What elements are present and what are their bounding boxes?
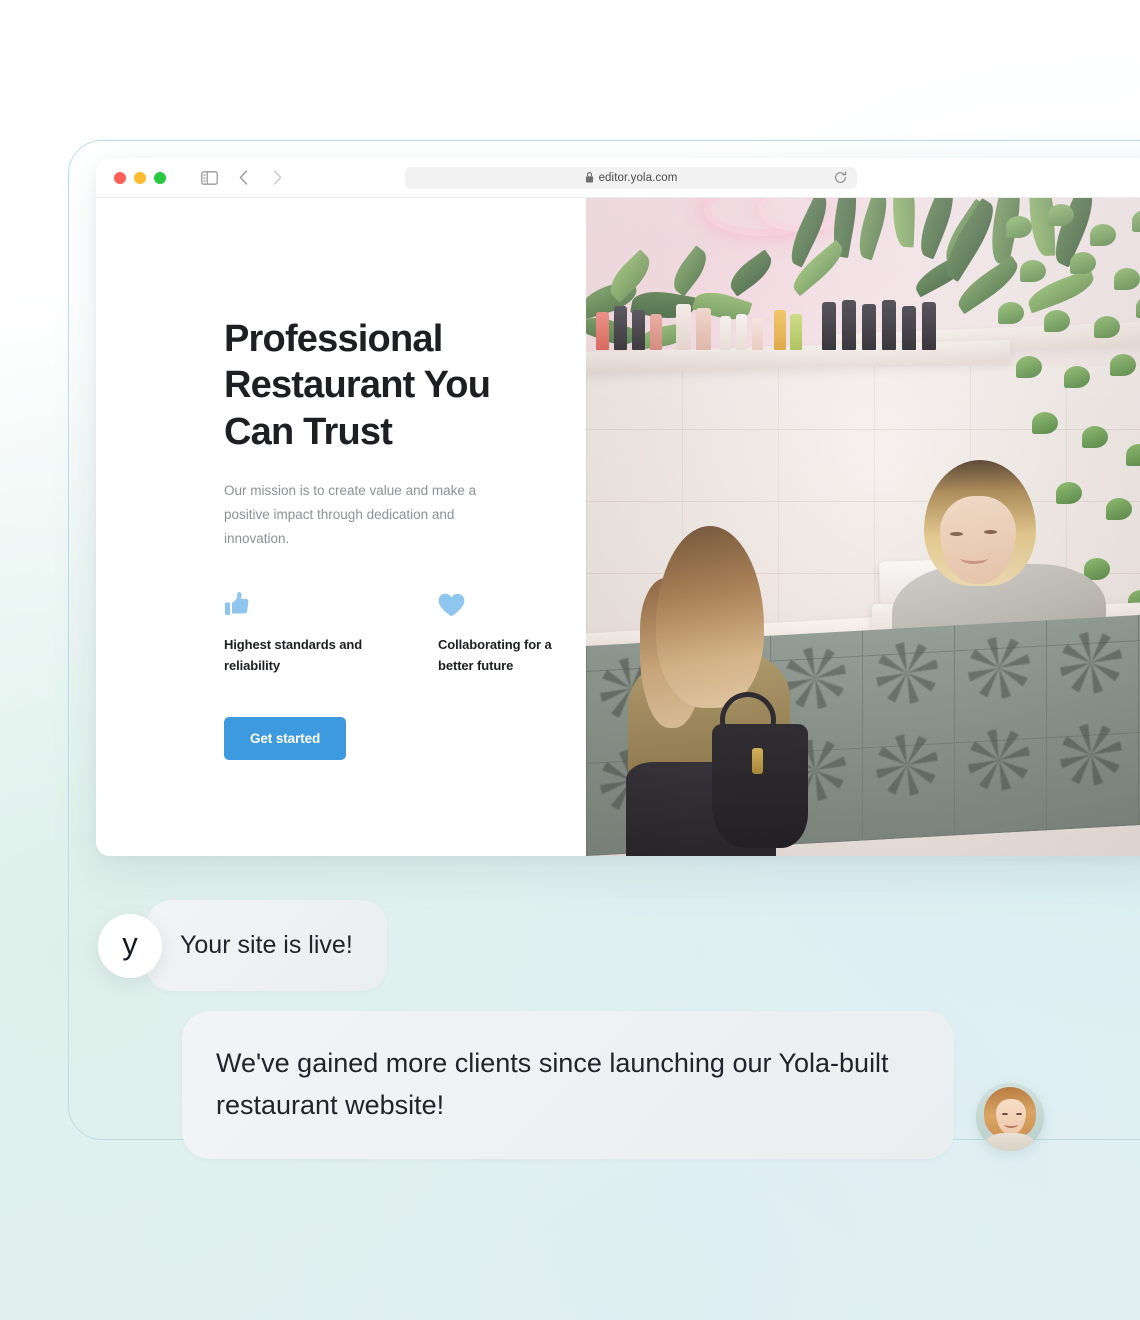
feature-label: Highest standards and reliability bbox=[224, 637, 363, 673]
yola-brand-avatar: y bbox=[98, 913, 162, 978]
photo-products bbox=[592, 294, 1012, 350]
hero-image bbox=[586, 198, 1140, 856]
chevron-left-icon[interactable] bbox=[234, 169, 252, 187]
chat-row-customer: We've gained more clients since launchin… bbox=[0, 1011, 1140, 1159]
browser-window: editor.yola.com Professional Restaurant … bbox=[96, 158, 1140, 856]
customer-avatar bbox=[976, 1082, 1044, 1151]
chat-bubble-customer: We've gained more clients since launchin… bbox=[182, 1011, 954, 1159]
photo-person-customer bbox=[620, 526, 850, 856]
page-title: Professional Restaurant You Can Trust bbox=[224, 318, 491, 453]
sidebar-icon[interactable] bbox=[200, 169, 218, 187]
browser-chrome-toolbar: editor.yola.com bbox=[96, 158, 1140, 198]
maximize-button[interactable] bbox=[154, 171, 166, 184]
testimonial-chat: y Your site is live! We've gained more c… bbox=[0, 900, 1140, 1159]
hero-text-column: Professional Restaurant You Can Trust Ou… bbox=[96, 198, 586, 856]
url-text: editor.yola.com bbox=[598, 171, 678, 184]
lock-icon bbox=[585, 172, 594, 183]
window-traffic-lights bbox=[114, 171, 166, 184]
feature-item: Collaborating for a better future bbox=[438, 587, 586, 677]
heart-icon bbox=[438, 587, 586, 617]
chat-row-yola: y Your site is live! bbox=[0, 900, 1140, 992]
feature-item: Highest standards and reliability bbox=[224, 587, 372, 677]
navigation-controls bbox=[200, 169, 286, 187]
reload-icon[interactable] bbox=[834, 171, 847, 184]
close-button[interactable] bbox=[114, 171, 126, 184]
feature-list: Highest standards and reliability Collab… bbox=[224, 587, 586, 677]
website-preview: Professional Restaurant You Can Trust Ou… bbox=[96, 198, 1140, 856]
get-started-button[interactable]: Get started bbox=[224, 716, 347, 760]
feature-label: Collaborating for a better future bbox=[438, 637, 552, 673]
address-bar[interactable]: editor.yola.com bbox=[405, 166, 857, 189]
url-content: editor.yola.com bbox=[585, 172, 678, 184]
minimize-button[interactable] bbox=[134, 171, 146, 184]
chat-bubble-yola: Your site is live! bbox=[146, 900, 387, 992]
chevron-right-icon[interactable] bbox=[268, 169, 286, 187]
yola-logo-letter: y bbox=[122, 926, 138, 962]
hero-subcopy: Our mission is to create value and make … bbox=[224, 483, 477, 547]
thumbs-up-icon bbox=[224, 587, 372, 617]
